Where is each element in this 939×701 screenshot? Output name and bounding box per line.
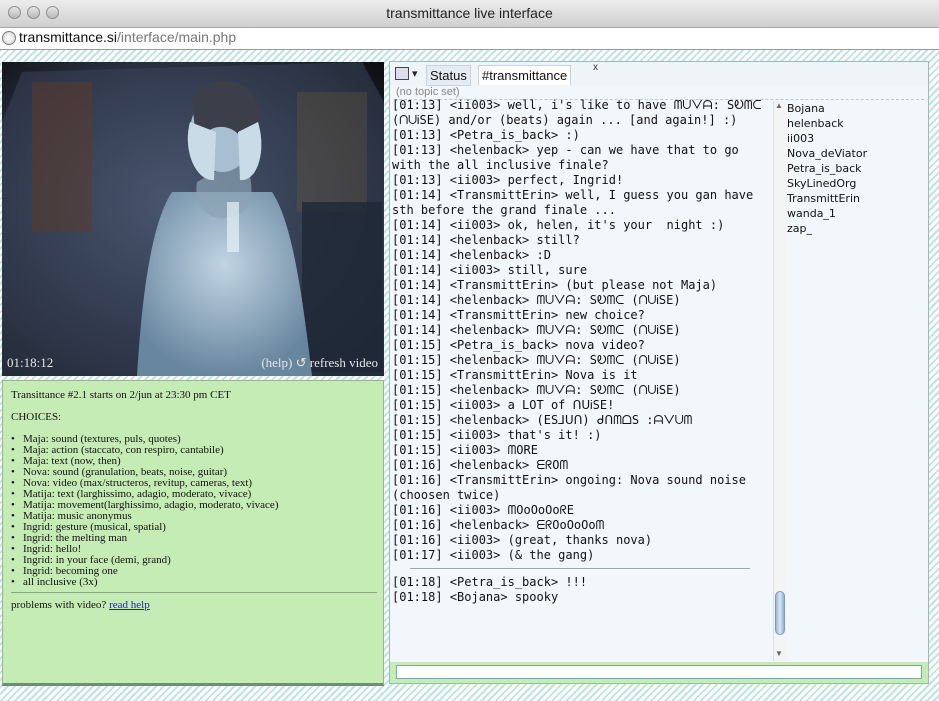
chat-message: [01:15] <ii003> ᗰORE	[392, 443, 538, 457]
unread-divider	[410, 568, 750, 569]
chat-message: [01:16] <helenback> ᗴᖇOᗰ	[392, 458, 569, 472]
read-help-link[interactable]: read help	[109, 599, 150, 611]
user-item[interactable]: Petra_is_back	[787, 161, 927, 176]
chat-tab-bar: ▾ Status #transmittance x	[390, 62, 928, 86]
message-log: [01:13] <ii003> well, i's like to have ᗰ…	[392, 98, 768, 605]
video-controls: (help) ↺ refresh video	[261, 355, 378, 371]
chat-message: [01:16] <helenback> ᗴᖇOoOoOoᗰ	[392, 518, 605, 532]
chat-message: [01:14] <ii003> ok, helen, it's your nig…	[392, 218, 725, 232]
chat-message: [01:14] <helenback> :D	[392, 248, 551, 262]
message-scrollbar[interactable]: ▲ ▼	[773, 101, 787, 661]
event-start-text: Transittance #2.1 starts on 2/jun at 23:…	[11, 389, 231, 401]
chat-message: [01:17] <ii003> (& the gang)	[392, 548, 595, 562]
chat-message: [01:15] <ii003> that's it! :)	[392, 428, 602, 442]
chat-message: [01:15] <Petra_is_back> nova video?	[392, 338, 645, 352]
channel-topic: (no topic set)	[396, 86, 460, 98]
user-list: Bojana helenback ii003 Nova_deViator Pet…	[787, 101, 927, 236]
video-problems-line: problems with video? read help	[11, 599, 150, 611]
window-titlebar: transmittance live interface	[0, 0, 939, 28]
choice-item: all inclusive (3x)	[11, 577, 278, 589]
user-item[interactable]: SkyLinedOrg	[787, 176, 927, 191]
user-item[interactable]: Nova_deViator	[787, 146, 927, 161]
chat-menu-icon[interactable]: ▾	[395, 67, 421, 81]
chat-message: [01:13] <ii003> perfect, Ingrid!	[392, 173, 624, 187]
user-item[interactable]: wanda_1	[787, 206, 927, 221]
chat-message: [01:13] <helenback> yep - can we have th…	[392, 143, 747, 172]
chat-message: [01:15] <helenback> ᗰᑌᐯᗩ: SᎧᗰᑕ (ᑎᑌᎥSE)	[392, 353, 681, 367]
chat-message: [01:18] <Petra_is_back> !!!	[392, 575, 588, 589]
chat-input-bar	[390, 662, 928, 683]
user-item[interactable]: helenback	[787, 116, 927, 131]
chat-message: [01:14] <TransmittErin> well, I guess yo…	[392, 188, 761, 217]
refresh-video-button[interactable]: ↺ refresh video	[296, 355, 378, 370]
chat-panel: ▾ Status #transmittance x (no topic set)…	[389, 61, 929, 684]
chat-message: [01:15] <ii003> a LOT of ᑎᑌᎥSE!	[392, 398, 615, 412]
chat-message: [01:14] <ii003> still, sure	[392, 263, 588, 277]
chat-message: [01:16] <ii003> (great, thanks nova)	[392, 533, 653, 547]
chat-message: [01:15] <TransmittErin> Nova is it	[392, 368, 638, 382]
chat-message: [01:16] <TransmittErin> ongoing: Nova so…	[392, 473, 754, 502]
user-item[interactable]: Bojana	[787, 101, 927, 116]
info-divider	[11, 592, 377, 593]
chat-message: [01:18] <Bojana> spooky	[392, 590, 559, 604]
chat-message: [01:14] <helenback> ᗰᑌᐯᗩ: SᎧᗰᑕ (ᑎᑌᎥSE)	[392, 323, 681, 337]
scroll-up-arrow-icon[interactable]: ▲	[775, 101, 783, 110]
close-tab-icon[interactable]: x	[593, 62, 598, 73]
video-panel[interactable]: 01:18:12 (help) ↺ refresh video	[2, 62, 384, 376]
chat-input[interactable]	[396, 665, 922, 679]
info-panel: Transittance #2.1 starts on 2/jun at 23:…	[2, 380, 384, 686]
chat-message: [01:14] <helenback> still?	[392, 233, 580, 247]
url-text[interactable]: transmittance.si/interface/main.php	[19, 29, 236, 45]
url-path: /interface/main.php	[117, 29, 237, 45]
url-host: transmittance.si	[19, 29, 118, 45]
globe-icon	[2, 31, 16, 45]
chat-message: [01:15] <helenback> ᗰᑌᐯᗩ: SᎧᗰᑕ (ᑎᑌᎥSE)	[392, 383, 681, 397]
video-frame	[2, 62, 384, 376]
window-title: transmittance live interface	[386, 5, 553, 21]
chat-message: [01:14] <TransmittErin> new choice?	[392, 308, 645, 322]
user-item[interactable]: ii003	[787, 131, 927, 146]
chat-message: [01:15] <helenback> (ES⅃ᑌᑎ) ᑯᑎᗰᗝS :ᗩᐯᑌᗰ	[392, 413, 693, 427]
user-item[interactable]: TransmittErin	[787, 191, 927, 206]
address-bar[interactable]: transmittance.si/interface/main.php	[0, 28, 939, 50]
chat-message: [01:14] <helenback> ᗰᑌᐯᗩ: SᎧᗰᑕ (ᑎᑌᎥSE)	[392, 293, 681, 307]
user-item[interactable]: zap_	[787, 221, 927, 236]
chat-message: [01:13] <Petra_is_back> :)	[392, 128, 580, 142]
scroll-down-arrow-icon[interactable]: ▼	[775, 649, 783, 658]
chat-message: [01:16] <ii003> ᗰOoOoOoᖇE	[392, 503, 574, 517]
tab-channel[interactable]: #transmittance	[478, 65, 572, 85]
help-link[interactable]: (help)	[261, 355, 292, 370]
tab-status[interactable]: Status	[426, 65, 471, 86]
choices-heading: CHOICES:	[11, 411, 62, 423]
video-timestamp: 01:18:12	[7, 355, 54, 370]
chat-message: [01:13] <ii003> well, i's like to have ᗰ…	[392, 98, 769, 127]
video-problems-text: problems with video?	[11, 599, 107, 611]
choices-list: Maja: sound (textures, puls, quotes) Maj…	[11, 434, 278, 589]
chat-message: [01:14] <TransmittErin> (but please not …	[392, 278, 718, 292]
scroll-thumb[interactable]	[775, 591, 785, 635]
